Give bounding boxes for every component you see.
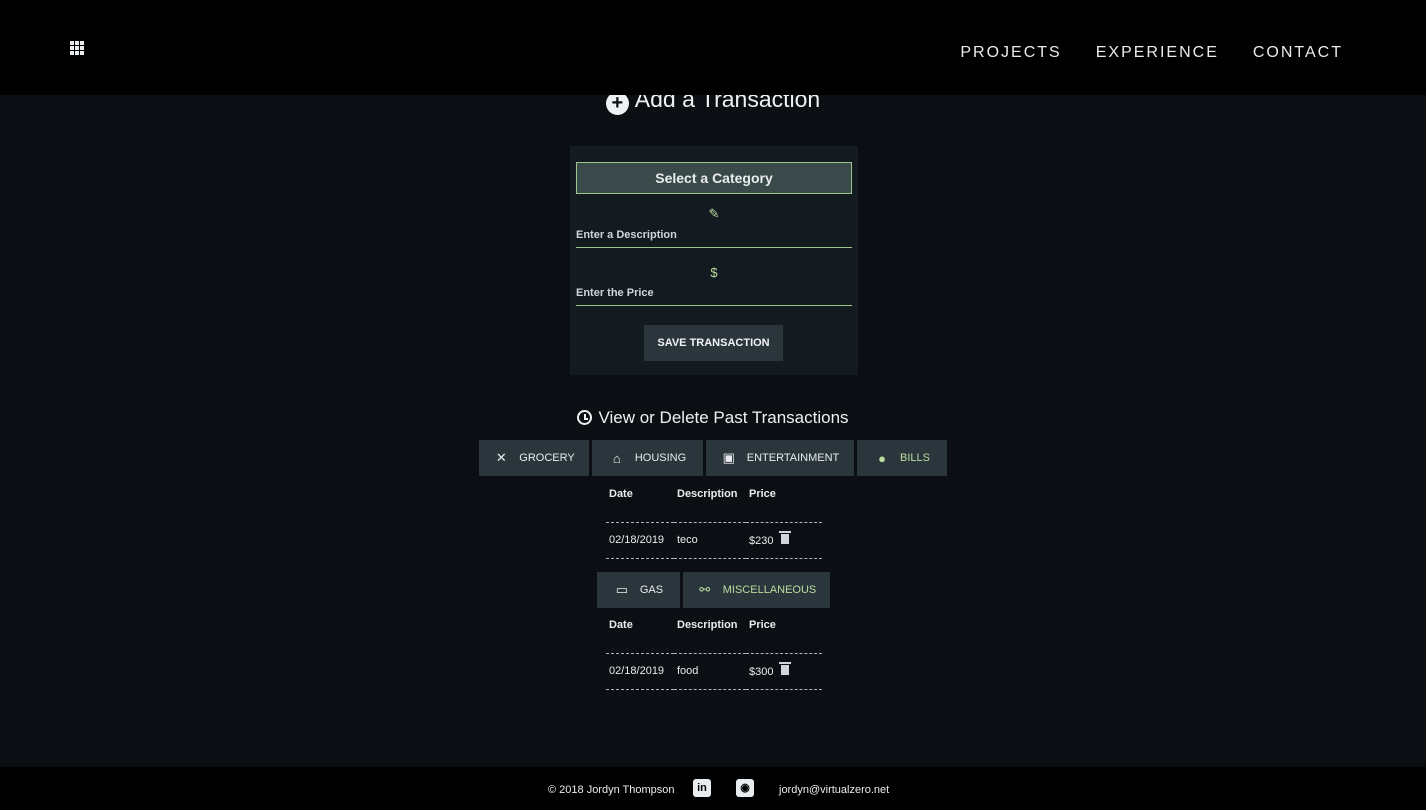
main-nav: PROJECTS EXPERIENCE CONTACT <box>960 44 1343 62</box>
dollar-circle-icon: ● <box>878 450 886 466</box>
table-row: 02/18/2019 teco $230 <box>606 522 822 559</box>
nav-projects[interactable]: PROJECTS <box>960 44 1061 62</box>
misc-icon: ⚯ <box>699 582 711 597</box>
row-price: $230 <box>749 534 774 547</box>
trash-icon[interactable] <box>779 530 792 544</box>
trash-icon[interactable] <box>779 661 792 675</box>
column-date: Date <box>606 619 674 654</box>
tab-miscellaneous[interactable]: ⚯ MISCELLANEOUS <box>683 572 830 608</box>
grid-menu-icon[interactable] <box>70 41 86 55</box>
nav-contact[interactable]: CONTACT <box>1253 44 1343 62</box>
tab-bills-label: BILLS <box>900 452 930 464</box>
save-transaction-button[interactable]: SAVE TRANSACTION <box>644 325 783 361</box>
past-transactions-title-text: View or Delete Past Transactions <box>598 408 849 427</box>
misc-transactions-table: Date Description Price 02/18/2019 food $… <box>606 619 822 690</box>
description-input[interactable] <box>576 229 852 248</box>
tab-bills[interactable]: ● BILLS <box>857 440 947 476</box>
plus-circle-icon: + <box>605 92 629 115</box>
category-tabs-row1: ✕ GROCERY ⌂ HOUSING ▣ ENTERTAINMENT ● BI… <box>479 440 947 476</box>
top-navbar: PROJECTS EXPERIENCE CONTACT <box>0 0 1426 95</box>
category-select[interactable]: Select a Category <box>576 162 852 194</box>
dollar-icon: $ <box>710 265 718 280</box>
row-price: $300 <box>749 665 774 678</box>
tab-gas[interactable]: ▭ GAS <box>597 572 680 608</box>
row-description: teco <box>674 522 746 559</box>
row-date: 02/18/2019 <box>606 522 674 559</box>
row-price-cell: $300 <box>746 653 822 690</box>
past-transactions-title: View or Delete Past Transactions <box>0 408 1426 428</box>
table-header-row: Date Description Price <box>606 488 822 523</box>
column-description: Description <box>674 619 746 654</box>
email-link[interactable]: jordyn@virtualzero.net <box>779 784 889 796</box>
tab-housing-label: HOUSING <box>634 452 687 464</box>
bills-transactions-table: Date Description Price 02/18/2019 teco $… <box>606 488 822 559</box>
copyright-text: © 2018 Jordyn Thompson <box>548 784 675 796</box>
tab-miscellaneous-label: MISCELLANEOUS <box>722 584 817 596</box>
category-tabs-row2: ▭ GAS ⚯ MISCELLANEOUS <box>597 572 830 608</box>
column-price: Price <box>746 619 822 654</box>
column-description: Description <box>674 488 746 523</box>
footer: © 2018 Jordyn Thompson in ◉ jordyn@virtu… <box>0 767 1426 810</box>
home-icon: ⌂ <box>612 450 621 466</box>
tab-grocery-label: GROCERY <box>519 452 575 464</box>
column-price: Price <box>746 488 822 523</box>
nav-experience[interactable]: EXPERIENCE <box>1096 44 1219 62</box>
tab-entertainment[interactable]: ▣ ENTERTAINMENT <box>706 440 854 476</box>
clock-icon <box>577 410 593 425</box>
row-date: 02/18/2019 <box>606 653 674 690</box>
table-row: 02/18/2019 food $300 <box>606 653 822 690</box>
row-description: food <box>674 653 746 690</box>
tab-housing[interactable]: ⌂ HOUSING <box>592 440 703 476</box>
linkedin-icon[interactable]: in <box>693 779 711 797</box>
transaction-form: Select a Category ✎ $ SAVE TRANSACTION <box>570 146 858 375</box>
github-icon[interactable]: ◉ <box>736 779 754 797</box>
ticket-icon: ▣ <box>722 450 735 465</box>
tab-grocery[interactable]: ✕ GROCERY <box>479 440 589 476</box>
car-icon: ▭ <box>615 582 629 597</box>
row-price-cell: $230 <box>746 522 822 559</box>
tab-gas-label: GAS <box>639 584 664 596</box>
price-input[interactable] <box>576 287 852 306</box>
column-date: Date <box>606 488 674 523</box>
utensils-icon: ✕ <box>495 450 507 465</box>
tab-entertainment-label: ENTERTAINMENT <box>746 452 840 464</box>
pencil-icon: ✎ <box>708 206 720 221</box>
table-header-row: Date Description Price <box>606 619 822 654</box>
